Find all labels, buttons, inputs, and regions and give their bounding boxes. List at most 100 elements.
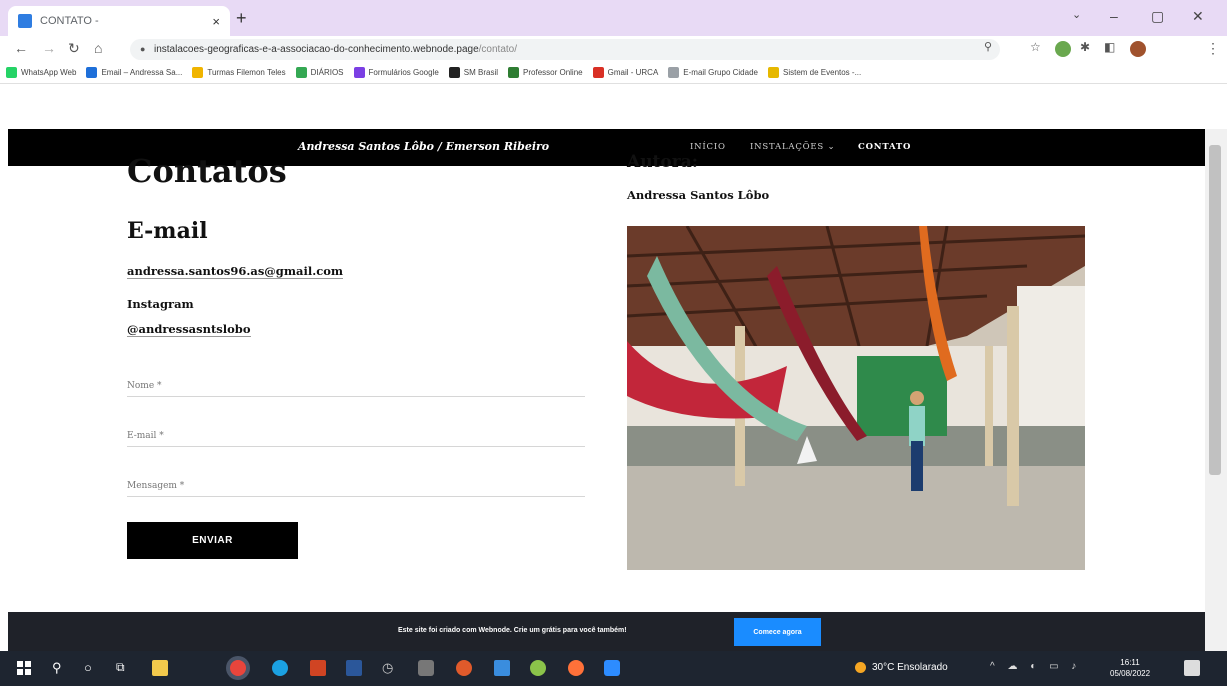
- bookmark-favicon-icon: [6, 67, 17, 78]
- nav-inicio[interactable]: INÍCIO: [690, 142, 726, 152]
- message-field-wrapper: [127, 475, 585, 497]
- name-input[interactable]: [127, 375, 585, 397]
- page-title: Contatos: [127, 152, 287, 190]
- email-heading: E-mail: [127, 218, 208, 244]
- page-scrollbar[interactable]: [1205, 129, 1227, 651]
- bookmark-label: Sistem de Eventos -...: [782, 68, 862, 77]
- email-link[interactable]: andressa.santos96.as@gmail.com: [127, 264, 344, 279]
- brave-icon[interactable]: [456, 660, 472, 676]
- nav-contato[interactable]: CONTATO: [858, 142, 911, 152]
- lock-icon: ●: [140, 44, 146, 54]
- tab-search-icon[interactable]: ⌄: [1072, 8, 1081, 21]
- site-favicon-icon: [18, 14, 32, 28]
- bookmark-item[interactable]: Gmail - URCA: [592, 67, 659, 78]
- bookmark-favicon-icon: [192, 67, 204, 78]
- submit-button[interactable]: ENVIAR: [127, 522, 298, 559]
- weather-text: 30°C Ensolarado: [872, 662, 948, 673]
- bookmark-favicon-icon: [448, 67, 460, 78]
- start-now-button[interactable]: Comece agora: [734, 618, 821, 646]
- close-tab-icon[interactable]: ×: [212, 14, 220, 29]
- bookmark-favicon-icon: [767, 67, 779, 78]
- clock-app-icon[interactable]: ◷: [382, 660, 398, 676]
- bookmark-item[interactable]: Professor Online: [508, 67, 583, 78]
- email-input[interactable]: [127, 425, 585, 447]
- windows-start-icon[interactable]: [16, 660, 32, 676]
- maximize-icon[interactable]: ▢: [1151, 8, 1164, 25]
- powerpoint-icon[interactable]: [310, 660, 326, 676]
- notifications-icon[interactable]: [1184, 660, 1200, 676]
- address-bar[interactable]: ● instalacoes-geograficas-e-a-associacao…: [130, 39, 1000, 60]
- message-input[interactable]: [127, 475, 585, 497]
- bookmark-label: Gmail - URCA: [607, 68, 659, 77]
- word-icon[interactable]: [346, 660, 362, 676]
- browser-tab[interactable]: CONTATO - ×: [8, 6, 230, 36]
- extension-icon[interactable]: [1055, 41, 1071, 57]
- bookmark-item[interactable]: WhatsApp Web: [6, 67, 76, 78]
- bookmark-label: E-mail Grupo Cidade: [683, 68, 758, 77]
- system-clock[interactable]: 16:11 05/08/2022: [1110, 657, 1150, 679]
- windows-taskbar: ⚲ ○ ⧉ ◷ 30°C Ensolarado ^ ☁ ◐ ▭ ♪ 16:11 …: [0, 651, 1227, 686]
- bookmark-favicon-icon: [508, 67, 520, 78]
- sidebar-icon[interactable]: ◧: [1104, 40, 1115, 54]
- clock-date: 05/08/2022: [1110, 669, 1151, 678]
- app-icon[interactable]: [418, 660, 434, 676]
- scrollbar-thumb[interactable]: [1209, 145, 1221, 475]
- mail-icon[interactable]: [494, 660, 510, 676]
- task-view-icon[interactable]: ⧉: [116, 660, 132, 676]
- bookmark-favicon-icon: [668, 67, 680, 78]
- email-field-wrapper: [127, 425, 585, 447]
- bookmark-favicon-icon: [592, 67, 604, 78]
- bookmark-star-icon[interactable]: ☆: [1030, 40, 1041, 54]
- bookmark-favicon-icon: [86, 67, 98, 78]
- reload-icon[interactable]: ↻: [68, 40, 80, 57]
- tab-title: CONTATO -: [40, 15, 99, 27]
- extensions-puzzle-icon[interactable]: ✱: [1080, 40, 1090, 54]
- system-tray-icons[interactable]: ^ ☁ ◐ ▭ ♪: [990, 661, 1081, 672]
- firefox-icon[interactable]: [568, 660, 584, 676]
- bookmark-label: Formulários Google: [368, 68, 439, 77]
- bookmark-item[interactable]: Sistem de Eventos -...: [767, 67, 862, 78]
- bookmark-item[interactable]: Formulários Google: [353, 67, 439, 78]
- bookmark-label: Email – Andressa Sa...: [101, 68, 183, 77]
- bookmark-label: Turmas Filemon Teles: [207, 68, 286, 77]
- app-green-icon[interactable]: [530, 660, 546, 676]
- weather-widget[interactable]: 30°C Ensolarado: [855, 662, 948, 673]
- bookmark-item[interactable]: SM Brasil: [448, 67, 498, 78]
- zoom-icon[interactable]: ⚲: [984, 40, 992, 53]
- name-field-wrapper: [127, 375, 585, 397]
- bookmark-favicon-icon: [295, 67, 307, 78]
- site-brand[interactable]: Andressa Santos Lôbo / Emerson Ribeiro: [298, 140, 549, 153]
- nav-instalacoes[interactable]: INSTALAÇÕES ⌄: [750, 142, 835, 152]
- clock-time: 16:11: [1120, 658, 1140, 667]
- home-icon[interactable]: ⌂: [94, 40, 102, 56]
- file-explorer-icon[interactable]: [152, 660, 168, 676]
- instagram-label: Instagram: [127, 297, 194, 311]
- profile-avatar[interactable]: [1130, 41, 1146, 57]
- bookmark-label: DIÁRIOS: [310, 68, 344, 77]
- zoom-app-icon[interactable]: [604, 660, 620, 676]
- browser-tab-strip: CONTATO - × + ⌄ – ▢ ✕: [0, 0, 1227, 36]
- close-window-icon[interactable]: ✕: [1192, 8, 1204, 25]
- bookmark-item[interactable]: Turmas Filemon Teles: [192, 67, 286, 78]
- back-icon[interactable]: ←: [14, 40, 28, 56]
- footer-message: Este site foi criado com Webnode. Crie u…: [398, 627, 627, 634]
- minimize-icon[interactable]: –: [1110, 8, 1118, 24]
- forward-icon[interactable]: →: [42, 40, 56, 56]
- author-heading: Autora:: [627, 152, 698, 172]
- menu-icon[interactable]: ⋮: [1206, 40, 1220, 57]
- edge-icon[interactable]: [272, 660, 288, 676]
- author-name: Andressa Santos Lôbo: [627, 188, 770, 202]
- bookmark-item[interactable]: Email – Andressa Sa...: [86, 67, 182, 78]
- bookmark-label: WhatsApp Web: [21, 68, 77, 77]
- chrome-icon[interactable]: [230, 660, 246, 676]
- bookmark-item[interactable]: E-mail Grupo Cidade: [668, 67, 758, 78]
- bookmark-item[interactable]: DIÁRIOS: [295, 67, 344, 78]
- cortana-icon[interactable]: ○: [84, 660, 100, 676]
- bookmark-label: Professor Online: [523, 68, 583, 77]
- search-icon[interactable]: ⚲: [52, 660, 68, 676]
- instagram-link[interactable]: @andressasntslobo: [127, 322, 251, 337]
- webnode-footer-bar: Este site foi criado com Webnode. Crie u…: [8, 612, 1205, 651]
- bookmarks-bar: WhatsApp Web Email – Andressa Sa... Turmas…: [0, 62, 1227, 84]
- new-tab-icon[interactable]: +: [236, 8, 247, 29]
- hammocks-photo-illustration: [627, 226, 1085, 570]
